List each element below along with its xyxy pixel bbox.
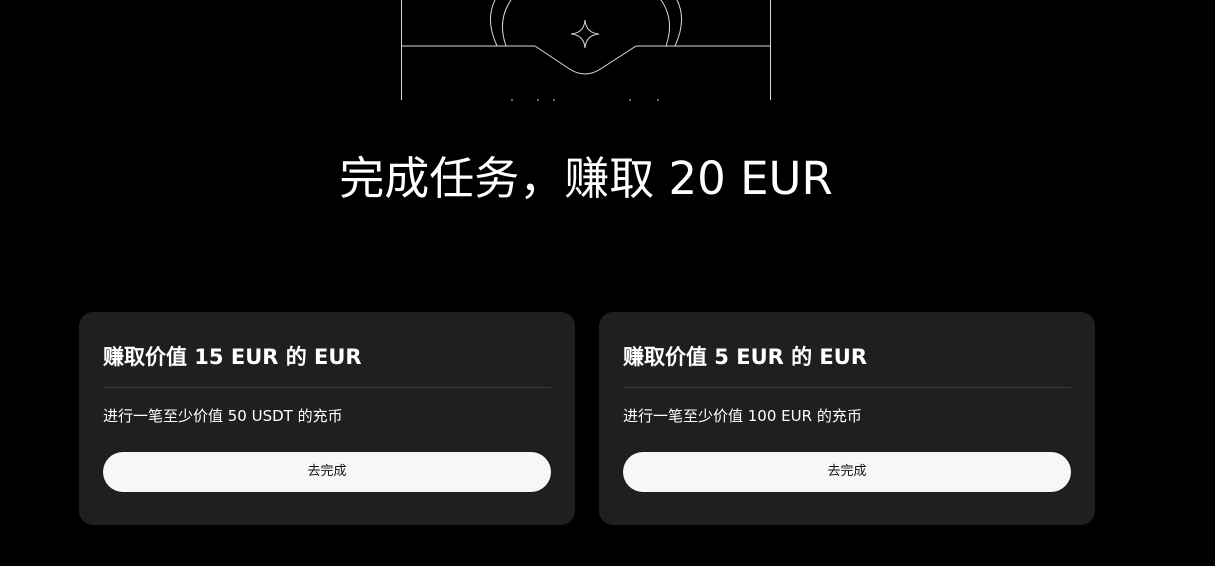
gift-box-illustration: [401, 0, 771, 101]
complete-task-button[interactable]: 去完成: [623, 452, 1071, 492]
task-card: 赚取价值 5 EUR 的 EUR 进行一笔至少价值 100 EUR 的充币 去完…: [599, 312, 1095, 525]
task-card-title: 赚取价值 5 EUR 的 EUR: [623, 345, 867, 369]
sparkle-icon: [570, 19, 600, 49]
rewards-page: 完成任务，赚取 20 EUR 赚取价值 15 EUR 的 EUR 进行一笔至少价…: [0, 0, 1215, 566]
task-card-title: 赚取价值 15 EUR 的 EUR: [103, 345, 362, 369]
task-card: 赚取价值 15 EUR 的 EUR 进行一笔至少价值 50 USDT 的充币 去…: [79, 312, 575, 525]
task-card-description: 进行一笔至少价值 100 EUR 的充币: [623, 407, 862, 425]
hero-title: 完成任务，赚取 20 EUR: [339, 152, 833, 205]
complete-task-button[interactable]: 去完成: [103, 452, 551, 492]
task-card-description: 进行一笔至少价值 50 USDT 的充币: [103, 407, 343, 425]
